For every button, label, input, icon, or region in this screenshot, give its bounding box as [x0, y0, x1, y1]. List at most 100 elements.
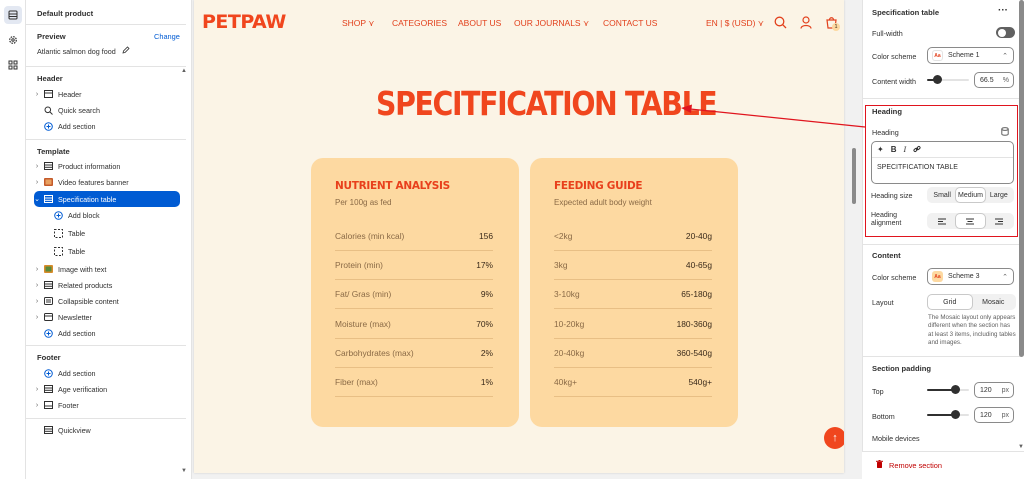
- store-logo[interactable]: PETPAW: [202, 11, 286, 33]
- divider: [26, 24, 186, 25]
- section-item-video-features-banner[interactable]: › Video features banner: [34, 174, 190, 190]
- add-section-footer[interactable]: Add section: [34, 365, 190, 381]
- add-section-label: Add section: [58, 328, 96, 338]
- section-item-image-with-text[interactable]: › Image with text: [34, 261, 190, 277]
- search-icon[interactable]: [774, 16, 787, 31]
- account-icon[interactable]: [800, 16, 812, 31]
- mobile-devices-label: Mobile devices: [872, 434, 920, 443]
- table-icon: [44, 195, 53, 203]
- section-item-age-verification[interactable]: › Age verification: [34, 381, 190, 397]
- slider-knob[interactable]: [951, 385, 960, 394]
- list-icon: [44, 297, 53, 305]
- chevron-right-icon[interactable]: ›: [34, 163, 40, 170]
- chevron-right-icon[interactable]: ›: [34, 282, 40, 289]
- divider: [26, 418, 186, 419]
- full-width-toggle[interactable]: [996, 27, 1015, 38]
- nav-contact-us[interactable]: CONTACT US: [603, 18, 657, 28]
- scroll-down-arrow[interactable]: ▼: [1018, 444, 1024, 450]
- annotation-highlight-box: [865, 105, 1018, 237]
- chevron-right-icon[interactable]: ›: [34, 266, 40, 273]
- section-item-label: Specification table: [58, 194, 117, 204]
- section-item-newsletter[interactable]: › Newsletter: [34, 309, 190, 325]
- chevron-down-icon[interactable]: ⌄: [34, 195, 40, 203]
- section-item-specification-table[interactable]: ⌄ Specification table: [34, 191, 180, 207]
- nav-shop[interactable]: SHOP ⋎: [342, 18, 375, 29]
- chevron-right-icon[interactable]: ›: [34, 386, 40, 393]
- section-padding-title: Section padding: [872, 364, 932, 373]
- block-item-table[interactable]: Table: [50, 243, 206, 259]
- plus-circle-icon: [44, 368, 53, 378]
- remove-section-button[interactable]: Remove section: [876, 460, 942, 470]
- slider-knob[interactable]: [933, 75, 942, 84]
- section-item-quick-search[interactable]: Quick search: [34, 102, 190, 118]
- padding-top-slider[interactable]: [927, 384, 969, 396]
- sections-icon[interactable]: [4, 6, 22, 24]
- slider-knob[interactable]: [951, 410, 960, 419]
- section-item-product-information[interactable]: › Product information: [34, 158, 190, 174]
- pencil-icon[interactable]: [122, 46, 130, 56]
- canvas-scrollbar[interactable]: [852, 148, 856, 204]
- content-width-slider[interactable]: [927, 74, 969, 86]
- row-value: 2%: [480, 348, 493, 358]
- row-value: 360-540g: [676, 348, 712, 358]
- chevron-right-icon[interactable]: ›: [34, 298, 40, 305]
- table-row: 40kg+ 540g+: [554, 368, 712, 397]
- section-item-quickview[interactable]: Quickview: [34, 422, 190, 438]
- input-value: 120: [980, 411, 992, 419]
- select-value: Scheme 3: [948, 273, 980, 280]
- row-key: Fat/ Gras (min): [335, 289, 392, 299]
- layout-help-text: The Mosaic layout only appears different…: [928, 314, 1016, 347]
- locale-selector[interactable]: EN | $ (USD) ⋎: [706, 18, 764, 29]
- padding-bottom-label: Bottom: [872, 412, 895, 421]
- change-link[interactable]: Change: [154, 32, 180, 41]
- layout-footer-icon: [44, 401, 53, 409]
- settings-scrollbar[interactable]: [1019, 0, 1024, 357]
- color-scheme-select[interactable]: Aa Scheme 1 ⌃: [927, 47, 1014, 64]
- content-color-scheme-select[interactable]: Aa Scheme 3 ⌃: [927, 268, 1014, 285]
- section-item-label: Quickview: [58, 425, 91, 435]
- layout-segmented-control[interactable]: Grid Mosaic: [927, 294, 1016, 310]
- gear-icon[interactable]: [4, 31, 22, 49]
- section-item-header[interactable]: › Header: [34, 86, 190, 102]
- nav-our-journals[interactable]: OUR JOURNALS ⋎: [514, 18, 589, 29]
- content-width-input[interactable]: 66.5 %: [974, 72, 1014, 88]
- layout-option-mosaic[interactable]: Mosaic: [972, 295, 1016, 309]
- section-item-footer[interactable]: › Footer: [34, 397, 190, 413]
- section-item-label: Related products: [58, 280, 113, 290]
- padding-bottom-slider[interactable]: [927, 409, 969, 421]
- table-icon: [44, 385, 53, 393]
- block-item-table[interactable]: Table: [50, 225, 206, 241]
- chevron-right-icon[interactable]: ›: [34, 314, 40, 321]
- chevron-right-icon[interactable]: ›: [34, 402, 40, 409]
- search-icon: [44, 106, 53, 115]
- row-key: 20-40kg: [554, 348, 585, 358]
- padding-top-input[interactable]: 120 px: [974, 382, 1014, 398]
- chevron-right-icon[interactable]: ›: [34, 179, 40, 186]
- image-icon: [44, 178, 53, 186]
- section-heading[interactable]: SPECITFICATION TABLE: [376, 84, 718, 123]
- nav-about-us[interactable]: ABOUT US: [458, 18, 501, 28]
- row-value: 156: [479, 231, 493, 241]
- content-width-label: Content width: [872, 77, 916, 86]
- add-section-label: Add section: [58, 121, 96, 131]
- scroll-down-arrow[interactable]: ▼: [181, 468, 187, 474]
- preview-product[interactable]: Atlantic salmon dog food: [37, 46, 130, 56]
- add-block-button[interactable]: Add block: [50, 207, 206, 223]
- apps-icon[interactable]: [4, 56, 22, 74]
- add-section-header[interactable]: Add section: [34, 118, 190, 134]
- layout-option-grid[interactable]: Grid: [928, 295, 972, 309]
- row-value: 9%: [480, 289, 493, 299]
- plus-circle-icon: [44, 328, 53, 338]
- scroll-to-top-button[interactable]: ↑: [824, 427, 844, 449]
- input-value: 66.5: [980, 76, 994, 84]
- more-actions-icon[interactable]: ···: [998, 5, 1008, 16]
- section-item-related-products[interactable]: › Related products: [34, 277, 190, 293]
- table-icon: [44, 426, 53, 434]
- chevron-right-icon[interactable]: ›: [34, 91, 40, 98]
- section-item-label: Collapsible content: [58, 296, 119, 306]
- scroll-up-arrow[interactable]: ▲: [181, 68, 187, 74]
- section-item-collapsible-content[interactable]: › Collapsible content: [34, 293, 190, 309]
- add-section-template[interactable]: Add section: [34, 325, 190, 341]
- padding-bottom-input[interactable]: 120 px: [974, 407, 1014, 423]
- nav-categories[interactable]: CATEGORIES: [392, 18, 447, 28]
